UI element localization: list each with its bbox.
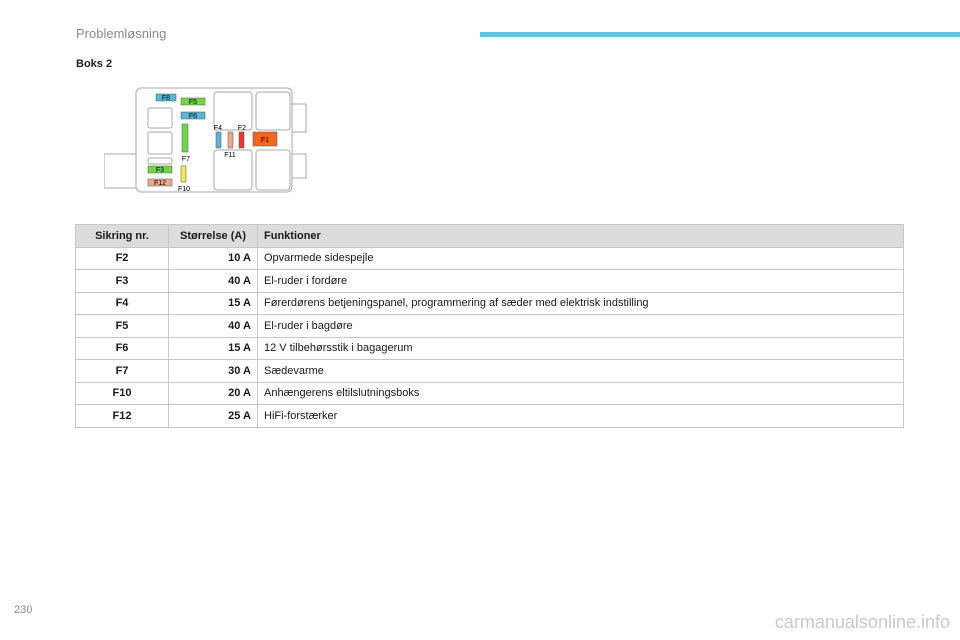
box-title: Boks 2 (76, 58, 113, 70)
fuse-box-right-tab-top (291, 103, 307, 133)
fuse-size: 20 A (168, 381, 258, 405)
table-row: F5 40 A El-ruder i bagdøre (75, 314, 904, 338)
fuse-size: 40 A (168, 314, 258, 338)
table-row: F2 10 A Opvarmede sidespejle (75, 246, 904, 270)
fuse-size: 25 A (168, 404, 258, 428)
header-accent-bar (480, 32, 960, 37)
fuse-F10 (180, 165, 187, 183)
fuse-F5-label: F5 (189, 99, 197, 106)
relay-slot-mid-right (255, 149, 291, 191)
table-row: F10 20 A Anhængerens eltilslutningsboks (75, 381, 904, 405)
fuse-number: F12 (75, 404, 169, 428)
fuse-F2 (238, 131, 245, 149)
table-row: F4 15 A Førerdørens betjeningspanel, pro… (75, 291, 904, 315)
fuse-function: El-ruder i bagdøre (257, 314, 904, 338)
fuse-F8-label: F8 (162, 95, 170, 102)
fuse-F12-label: F12 (154, 180, 166, 187)
page-number: 230 (14, 604, 33, 616)
fuse-F11-label: F11 (224, 152, 236, 159)
watermark: carmanualsonline.info (774, 612, 950, 632)
small-slot-left-1 (147, 107, 173, 129)
fuse-number: F6 (75, 336, 169, 360)
header-fuse-number: Sikring nr. (75, 224, 169, 248)
fuse-size: 40 A (168, 269, 258, 293)
fuse-F7-label: F7 (182, 156, 190, 163)
fuse-number: F10 (75, 381, 169, 405)
fuse-size: 30 A (168, 359, 258, 383)
fuse-function: El-ruder i fordøre (257, 269, 904, 293)
table-row: F7 30 A Sædevarme (75, 359, 904, 383)
fuse-function: Opvarmede sidespejle (257, 246, 904, 270)
table-row: F12 25 A HiFi-forstærker (75, 404, 904, 428)
fuse-size: 15 A (168, 336, 258, 360)
fuse-F11 (227, 131, 234, 149)
fuse-F2-label: F2 (238, 125, 246, 132)
fuse-F4 (215, 131, 222, 149)
header-functions: Funktioner (257, 224, 904, 248)
fuse-function: HiFi-forstærker (257, 404, 904, 428)
fuse-F1-label: F1 (261, 137, 269, 144)
fuse-number: F7 (75, 359, 169, 383)
fuse-F10-label: F10 (178, 186, 190, 193)
fuse-function: Sædevarme (257, 359, 904, 383)
fuse-function: Førerdørens betjeningspanel, programmeri… (257, 291, 904, 315)
fuse-number: F4 (75, 291, 169, 315)
small-slot-left-3 (147, 157, 173, 165)
relay-slot-top-right (255, 91, 291, 131)
fuse-size: 15 A (168, 291, 258, 315)
fuse-function: Anhængerens eltilslutningsboks (257, 381, 904, 405)
fuse-F3-label: F3 (156, 167, 164, 174)
table-row: F6 15 A 12 V tilbehørsstik i bagagerum (75, 336, 904, 360)
fuse-size: 10 A (168, 246, 258, 270)
header-size: Størrelse (A) (168, 224, 258, 248)
table-row: F3 40 A El-ruder i fordøre (75, 269, 904, 293)
fuse-number: F3 (75, 269, 169, 293)
fuse-box-right-tab-bottom (291, 153, 307, 179)
fuse-table: Sikring nr. Størrelse (A) Funktioner F2 … (75, 224, 904, 428)
fuse-number: F5 (75, 314, 169, 338)
small-slot-left-2 (147, 131, 173, 155)
fuse-box-diagram: F8 F5 F6 F4 F11 F2 F1 F7 F3 F12 F10 (104, 87, 307, 193)
fuse-box-left-bracket (104, 153, 137, 189)
fuse-F7 (181, 123, 189, 153)
table-header-row: Sikring nr. Størrelse (A) Funktioner (75, 224, 904, 248)
fuse-F4-label: F4 (214, 125, 222, 132)
fuse-F6-label: F6 (189, 113, 197, 120)
fuse-number: F2 (75, 246, 169, 270)
section-title: Problemløsning (76, 26, 167, 41)
fuse-function: 12 V tilbehørsstik i bagagerum (257, 336, 904, 360)
